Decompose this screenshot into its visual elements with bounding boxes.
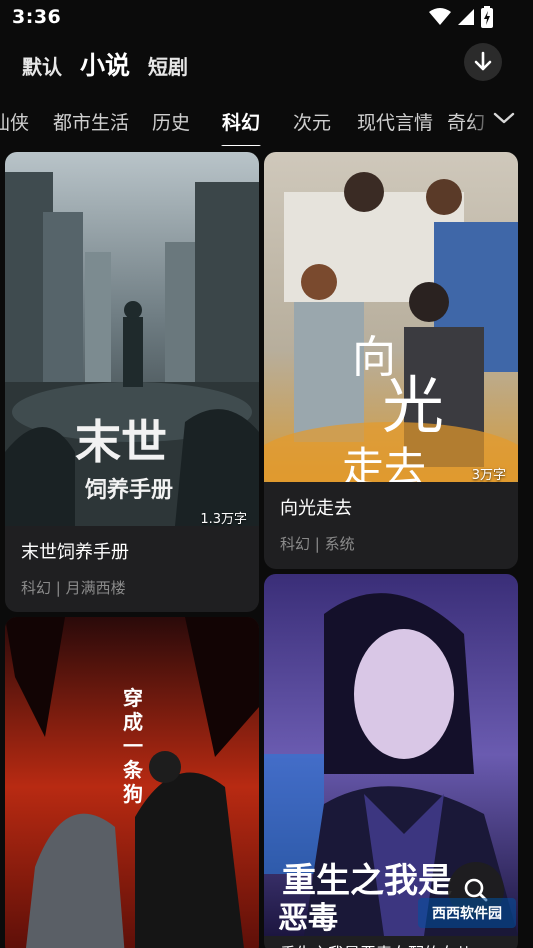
tab-urban-life[interactable]: 都市生活 (47, 108, 135, 135)
book-cover: 向 光 走去 (264, 152, 518, 482)
arrow-down-icon (474, 51, 492, 71)
svg-text:成: 成 (123, 710, 143, 734)
word-count: 1.3万字 (200, 512, 247, 527)
chevron-down-icon (493, 112, 515, 124)
svg-text:狗: 狗 (123, 782, 143, 806)
book-card[interactable]: 向 光 走去 3万字 向光走去 科幻 | 系统 (264, 152, 518, 569)
book-title: 向光走去 (280, 498, 352, 519)
book-meta: 科幻 | 系统 (280, 535, 355, 553)
book-card[interactable]: 末世 饲养手册 1.3万字 末世饲养手册 科幻 | 月满西楼 (5, 152, 259, 612)
book-title: 重生之我是恶毒女配的女儿 (280, 940, 472, 948)
watermark-text: 西西软件园 (432, 906, 502, 922)
tab-scifi[interactable]: 科幻 (207, 108, 275, 135)
svg-text:饲养手册: 饲养手册 (84, 477, 173, 503)
book-cover: 末世 饲养手册 (5, 152, 259, 526)
svg-text:恶毒: 恶毒 (278, 901, 338, 936)
svg-text:光: 光 (382, 369, 444, 442)
status-bar: 3:36 (0, 0, 533, 36)
book-meta: 科幻 | 月满西楼 (21, 579, 126, 597)
svg-text:一: 一 (123, 734, 143, 758)
tab-anime[interactable]: 次元 (275, 108, 349, 135)
signal-icon (457, 8, 475, 26)
svg-text:条: 条 (123, 758, 144, 782)
expand-categories-button[interactable] (493, 110, 515, 129)
wifi-icon (429, 8, 451, 26)
mode-tab-short-drama[interactable]: 短剧 (148, 51, 188, 80)
svg-text:重生之我是: 重生之我是 (282, 861, 452, 901)
tab-modern-romance[interactable]: 现代言情 (349, 108, 441, 135)
mode-tab-novel[interactable]: 小说 (80, 46, 130, 82)
cover-title: 末世 (75, 415, 167, 469)
watermark-logo: 西西软件园 (418, 898, 516, 928)
svg-text:穿: 穿 (123, 686, 143, 710)
mode-tab-default[interactable]: 默认 (22, 51, 62, 80)
book-card[interactable]: 穿 成 一 条 狗 (5, 617, 259, 948)
mode-tabs: 默认 小说 短剧 (22, 46, 188, 82)
book-title: 末世饲养手册 (21, 542, 129, 563)
download-button[interactable] (464, 43, 502, 81)
word-count: 3万字 (471, 468, 506, 483)
book-cover: 穿 成 一 条 狗 (5, 617, 259, 948)
category-tabs: 仙侠 都市生活 历史 科幻 次元 现代言情 奇幻 (0, 98, 533, 146)
tab-xianxia[interactable]: 仙侠 (0, 108, 47, 135)
status-time: 3:36 (12, 6, 62, 28)
svg-text:走去: 走去 (342, 443, 426, 482)
status-icons (429, 6, 493, 28)
tab-history[interactable]: 历史 (135, 108, 207, 135)
battery-icon (481, 6, 493, 28)
